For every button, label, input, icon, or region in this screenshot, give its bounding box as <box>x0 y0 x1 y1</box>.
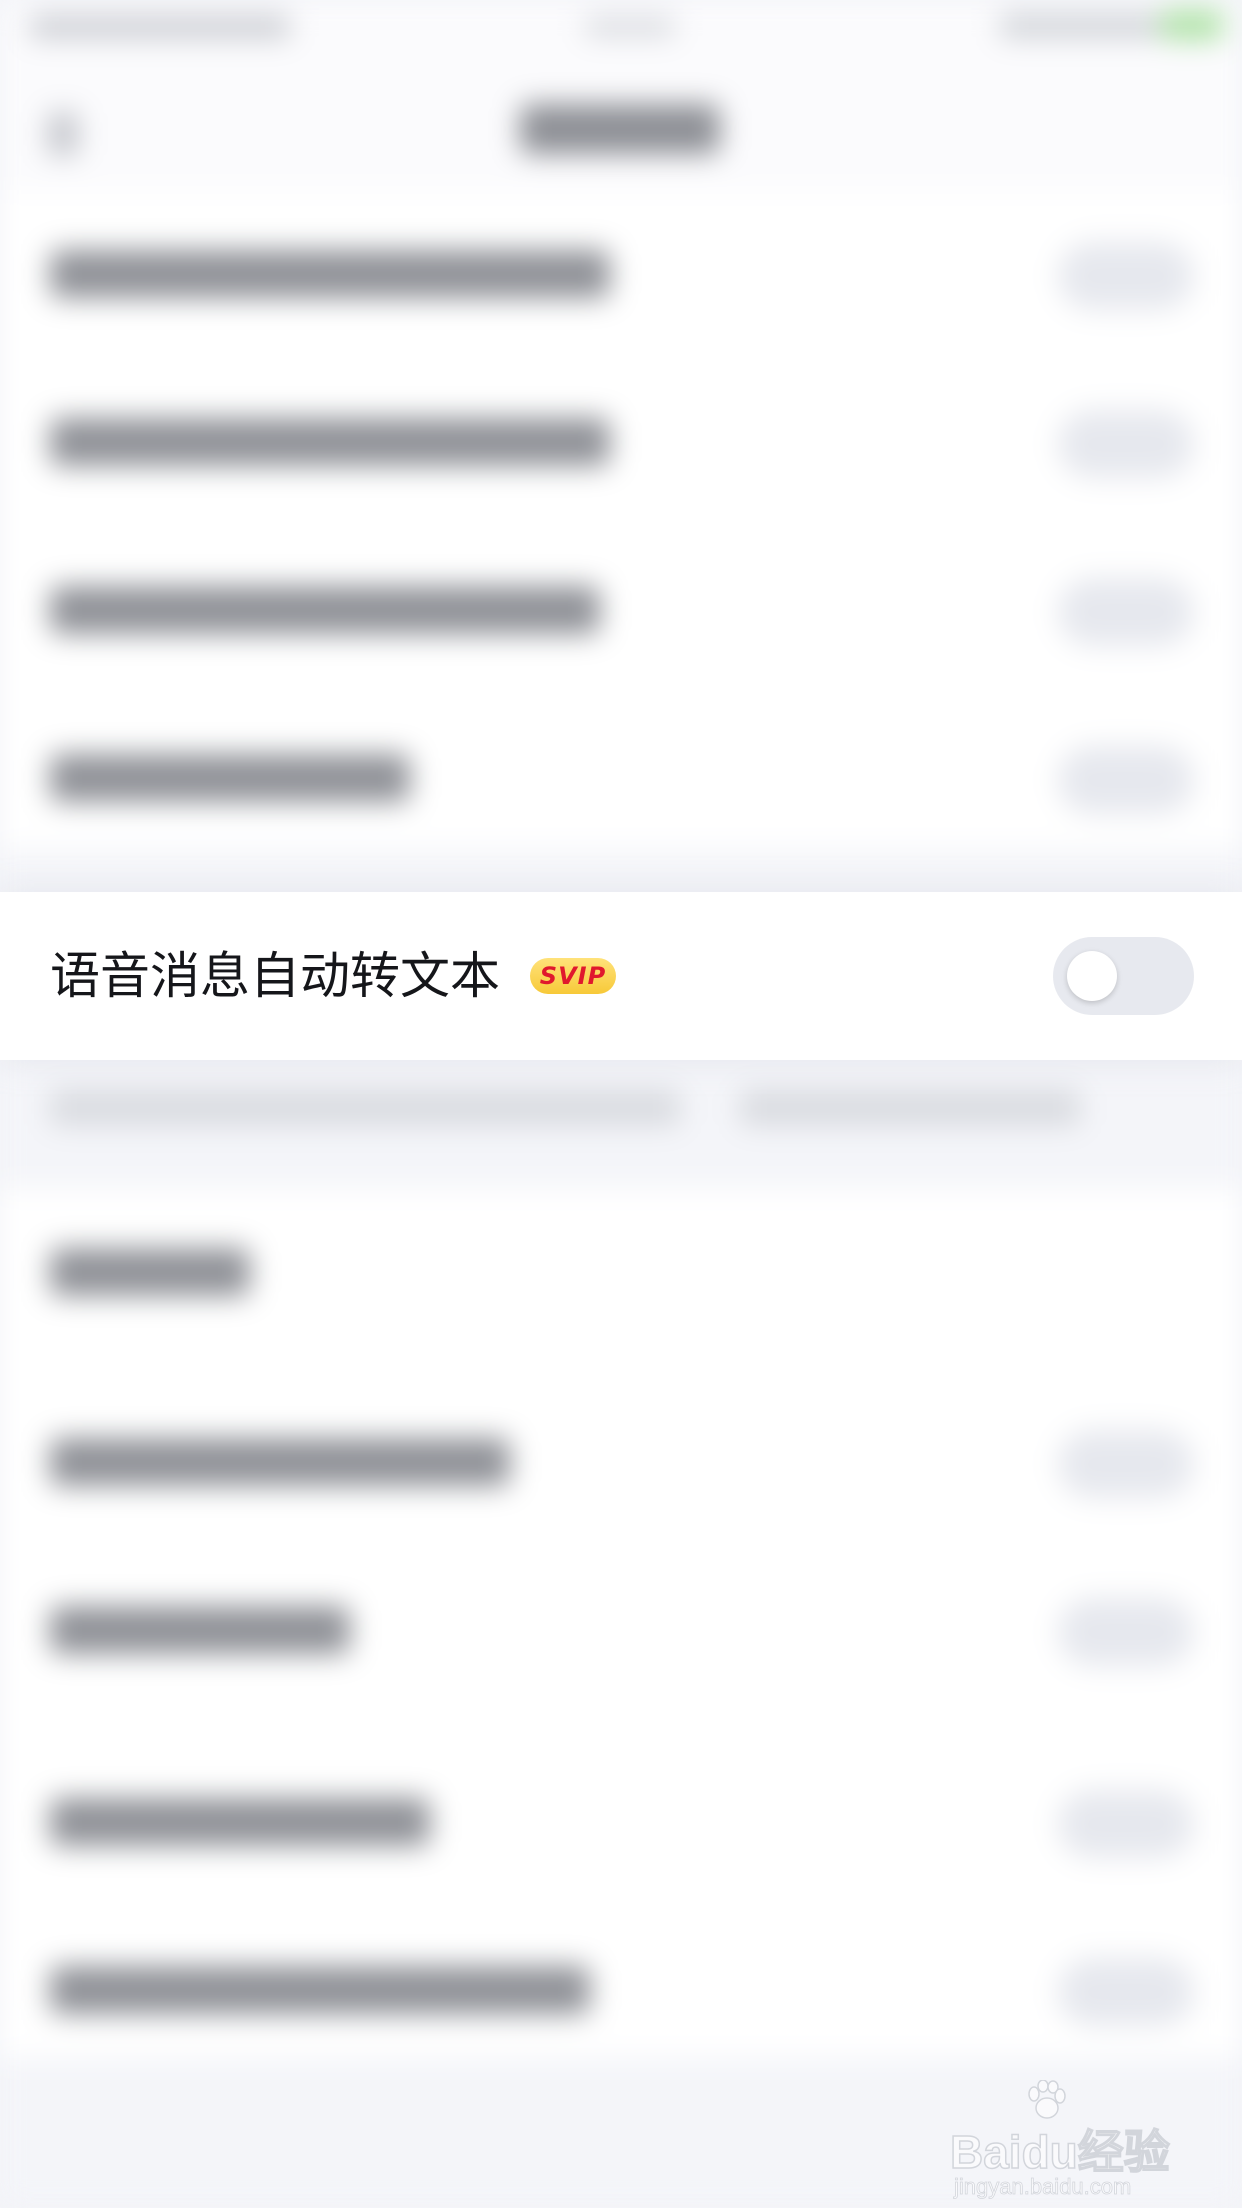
settings-row[interactable] <box>0 1378 1242 1546</box>
back-arrow-icon[interactable] <box>48 112 78 156</box>
navigation-bar <box>0 60 1242 190</box>
settings-row[interactable] <box>0 190 1242 358</box>
toggle-knob <box>1067 951 1117 1001</box>
settings-row[interactable] <box>0 1546 1242 1714</box>
settings-row-toggle[interactable] <box>1058 410 1194 478</box>
voice-to-text-toggle[interactable] <box>1053 937 1194 1015</box>
settings-row-label <box>50 754 410 802</box>
settings-row-toggle[interactable] <box>1058 1790 1194 1858</box>
settings-row-label <box>50 1966 590 2014</box>
status-bar-right-info <box>1000 14 1160 38</box>
settings-row[interactable] <box>0 694 1242 862</box>
settings-row-label <box>50 586 600 634</box>
settings-row[interactable] <box>0 1906 1242 2074</box>
baidu-paw-icon <box>1028 2080 1066 2119</box>
baidu-watermark: Baidu经验 jingyan.baidu.com <box>949 2080 1190 2199</box>
settings-row-toggle[interactable] <box>1058 1598 1194 1666</box>
settings-row[interactable] <box>0 1188 1242 1356</box>
settings-row[interactable] <box>0 358 1242 526</box>
svip-badge: SVIP <box>530 958 616 994</box>
status-bar-left-info <box>30 16 290 38</box>
blurred-background <box>0 0 1242 2208</box>
settings-row-label <box>50 1606 350 1654</box>
settings-row-label <box>50 418 610 466</box>
settings-row-label <box>50 1438 510 1486</box>
settings-note-link[interactable] <box>740 1090 1080 1126</box>
settings-group-top <box>0 190 1242 850</box>
settings-row-toggle[interactable] <box>1058 578 1194 646</box>
status-bar <box>0 0 1242 60</box>
settings-row-toggle[interactable] <box>1058 1430 1194 1498</box>
settings-row-label <box>50 250 610 298</box>
page-title <box>520 104 720 154</box>
settings-row-toggle[interactable] <box>1058 1958 1194 2026</box>
settings-row[interactable] <box>0 1738 1242 1906</box>
settings-row[interactable] <box>0 526 1242 694</box>
watermark-brand: Baidu经验 <box>949 2125 1170 2179</box>
settings-group-bottom <box>0 1188 1242 2058</box>
battery-icon <box>1160 10 1224 40</box>
voice-to-text-label: 语音消息自动转文本 <box>50 947 500 1005</box>
watermark-url: jingyan.baidu.com <box>954 2174 1132 2200</box>
status-bar-clock <box>585 18 675 36</box>
settings-row-toggle[interactable] <box>1058 242 1194 310</box>
settings-note <box>50 1090 680 1126</box>
settings-row-label <box>50 1798 430 1846</box>
settings-row-label <box>50 1248 250 1296</box>
settings-row-toggle[interactable] <box>1058 746 1194 814</box>
voice-to-text-setting-row[interactable]: 语音消息自动转文本 SVIP <box>0 892 1242 1060</box>
